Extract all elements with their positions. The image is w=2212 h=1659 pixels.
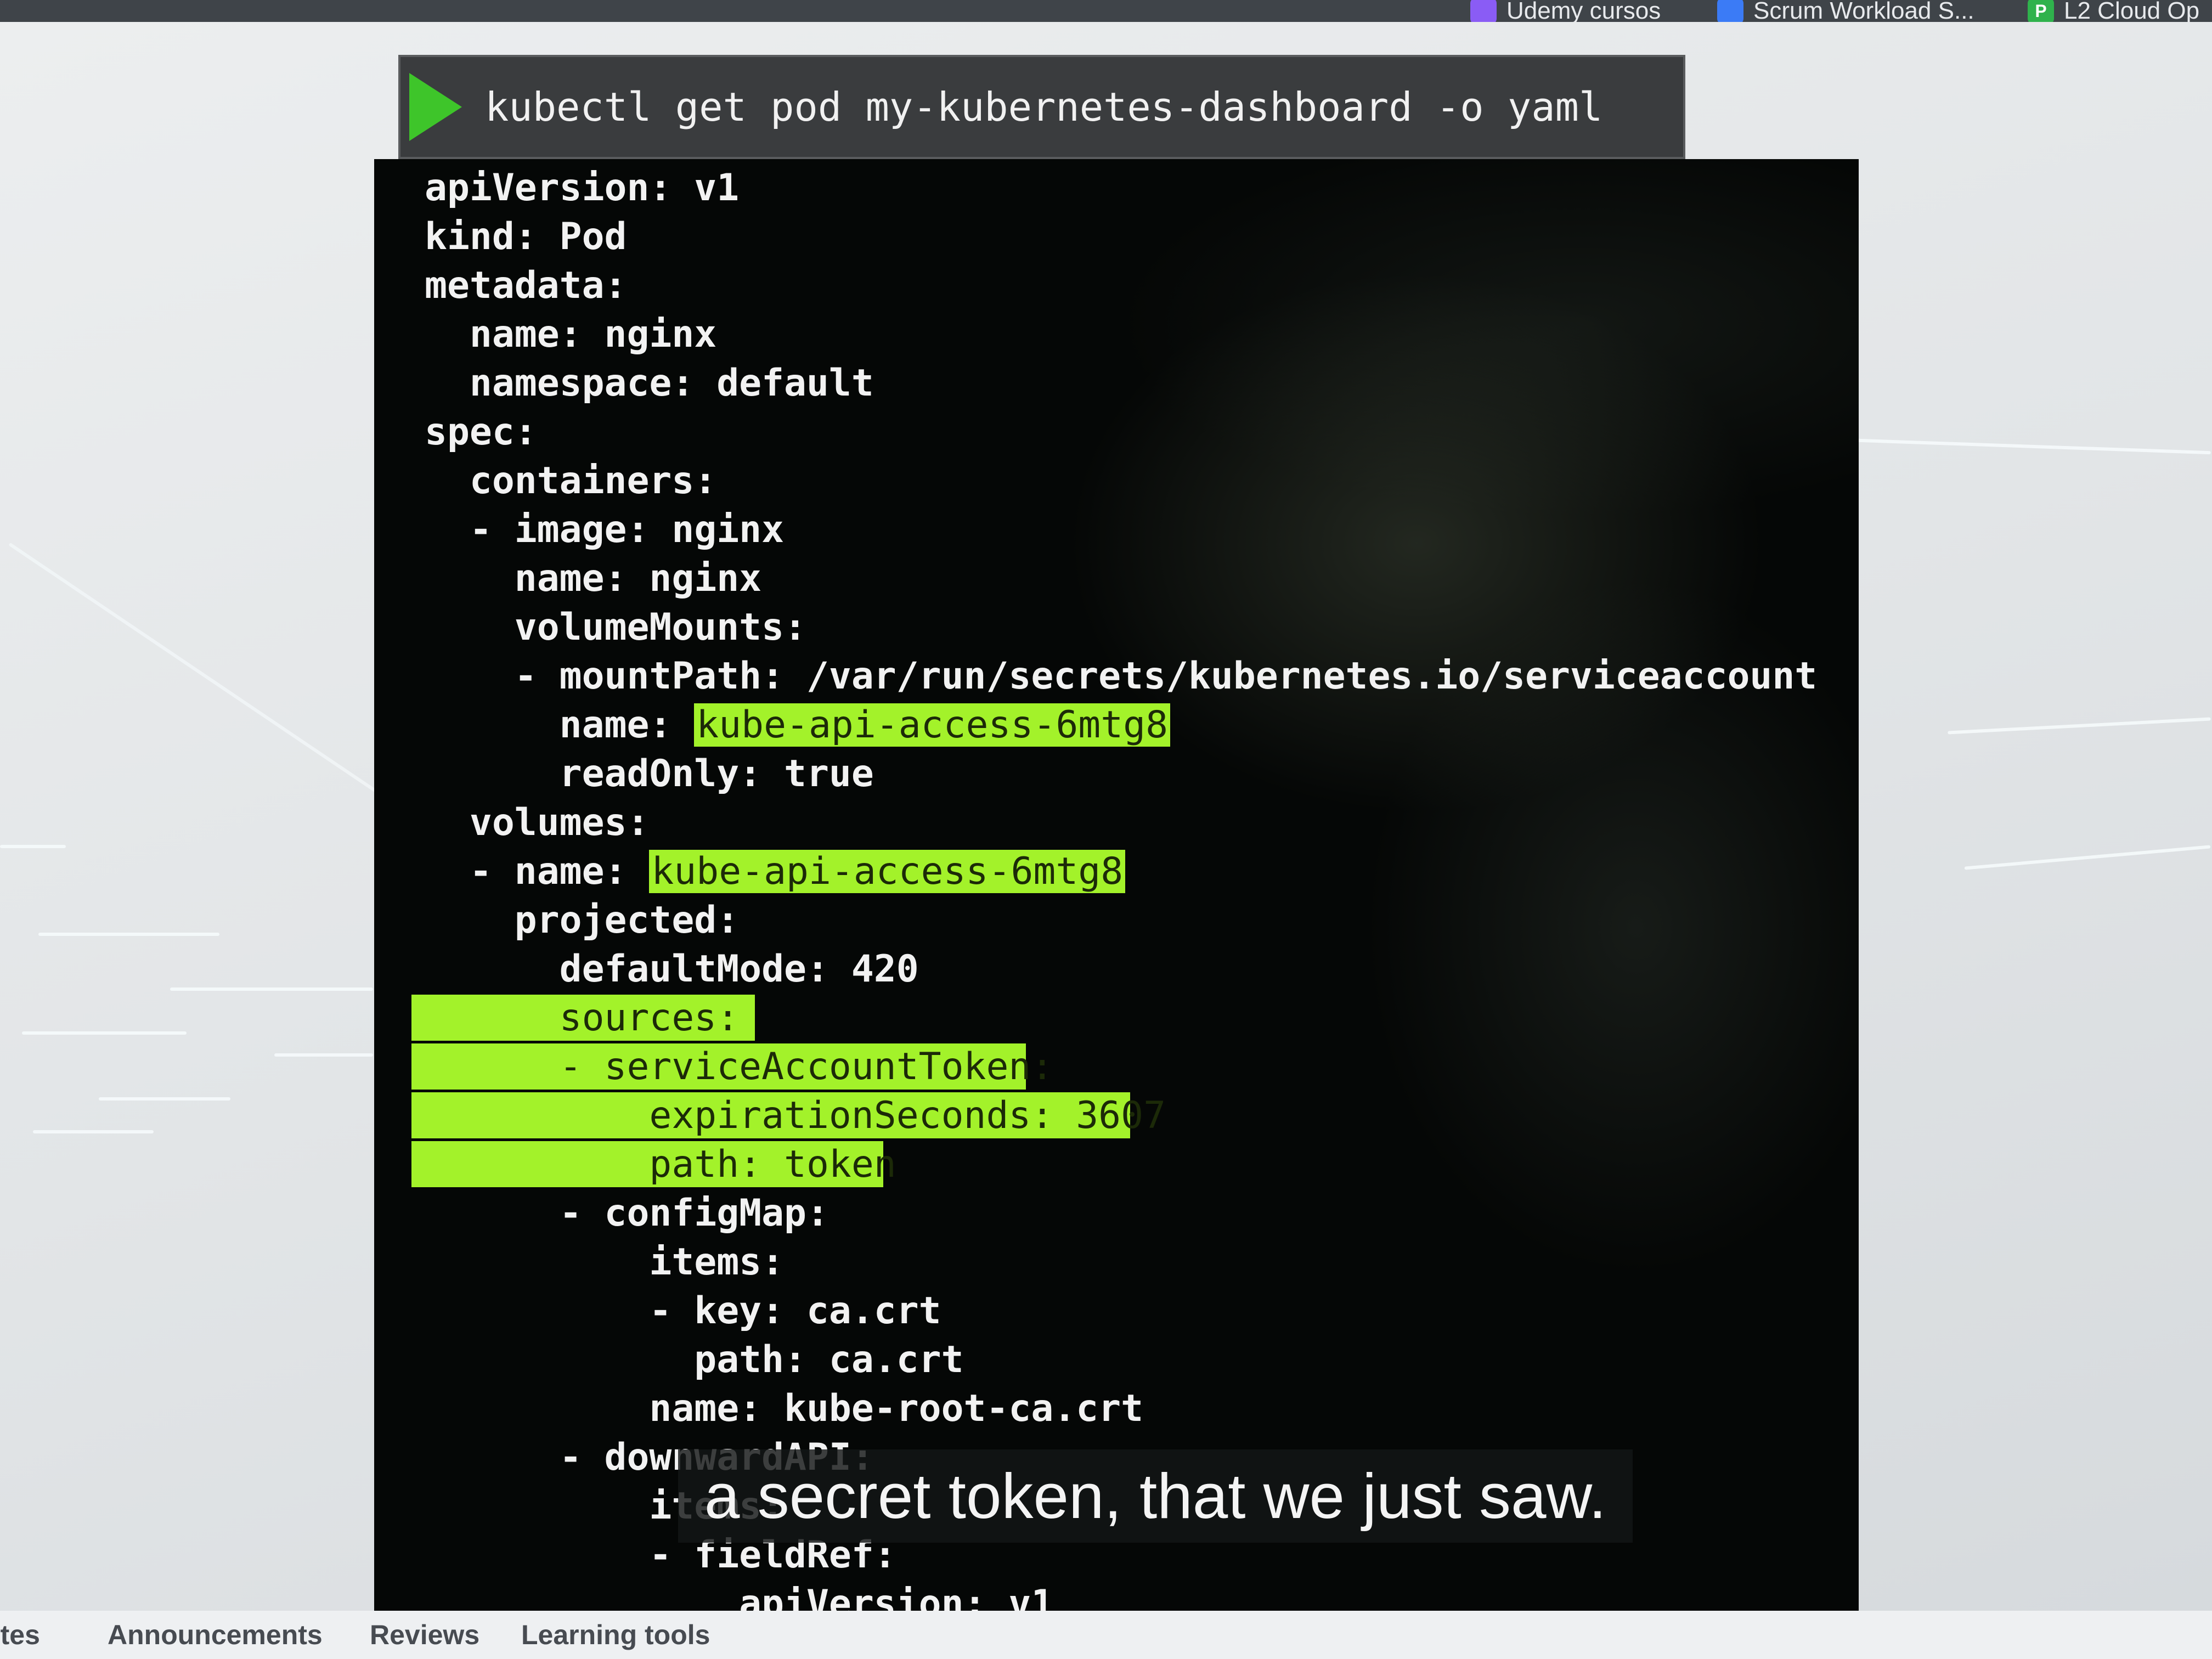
yaml-text: - serviceAccountToken: (425, 1045, 1054, 1088)
yaml-text: - name: (425, 850, 650, 893)
diamond-icon (1717, 0, 1743, 24)
yaml-line: items: (425, 1238, 1817, 1286)
terminal-output: apiVersion: v1 kind: Pod metadata: name: n… (374, 159, 1859, 1611)
yaml-line: - configMap: (425, 1189, 1817, 1238)
decor-line (1948, 717, 2211, 735)
yaml-text: - image: nginx (425, 508, 785, 551)
yaml-line: name: kube-root-ca.crt (425, 1384, 1817, 1433)
decor-line (170, 988, 373, 991)
decor-line (22, 1031, 187, 1035)
yaml-text: sources: (425, 996, 740, 1040)
play-icon (409, 73, 462, 141)
yaml-line: - image: nginx (425, 505, 1817, 554)
yaml-line: kind: Pod (425, 212, 1817, 261)
yaml-line: volumes: (425, 798, 1817, 847)
yaml-text: spec: (425, 410, 537, 454)
bookmark-label: Udemy cursos (1506, 0, 1661, 24)
p-icon: P (2028, 0, 2054, 24)
decor-line (33, 1130, 154, 1133)
yaml-output: apiVersion: v1 kind: Pod metadata: name: n… (425, 163, 1817, 1611)
yaml-text: - key: ca.crt (425, 1289, 941, 1333)
decor-line (1827, 437, 2211, 455)
decor-line (1964, 845, 2211, 870)
yaml-line: - name: kube-api-access-6mtg8 (425, 847, 1817, 896)
tab-learning-tools[interactable]: Learning tools (521, 1619, 710, 1651)
bookmarks-bar: Udemy cursos Scrum Workload S... P L2 Cl… (0, 0, 2212, 24)
yaml-line: metadata: (425, 261, 1817, 310)
udemy-icon (1470, 0, 1497, 24)
yaml-text: containers: (425, 459, 717, 503)
yaml-line: readOnly: true (425, 749, 1817, 798)
yaml-line: namespace: default (425, 359, 1817, 408)
decor-line (38, 933, 219, 936)
yaml-text: name: (425, 703, 695, 747)
yaml-text: defaultMode: 420 (425, 947, 919, 991)
yaml-line: expirationSeconds: 3607 (425, 1091, 1817, 1140)
yaml-text: readOnly: true (425, 752, 874, 795)
yaml-text: - configMap: (425, 1192, 829, 1235)
yaml-text: projected: (425, 899, 740, 942)
decor-line (0, 845, 66, 848)
video-caption: a secret token, that we just saw. (678, 1449, 1633, 1543)
tab-notes[interactable]: Notes (0, 1619, 40, 1651)
yaml-text: name: nginx (425, 313, 717, 356)
yaml-line: defaultMode: 420 (425, 945, 1817, 994)
command-text: kubectl get pod my-kubernetes-dashboard … (485, 84, 1603, 130)
yaml-line: projected: (425, 896, 1817, 945)
yaml-text: path: ca.crt (425, 1338, 964, 1381)
highlighted-value: kube-api-access-6mtg8 (649, 850, 1126, 893)
yaml-line: apiVersion: v1 (425, 163, 1817, 212)
tab-reviews[interactable]: Reviews (370, 1619, 479, 1651)
yaml-line: apiVersion: v1 (425, 1579, 1817, 1611)
yaml-line: volumeMounts: (425, 603, 1817, 652)
yaml-line: - serviceAccountToken: (425, 1042, 1817, 1091)
command-header: kubectl get pod my-kubernetes-dashboard … (398, 55, 1685, 159)
yaml-text: kind: Pod (425, 215, 627, 258)
yaml-line: - key: ca.crt (425, 1286, 1817, 1335)
yaml-text: apiVersion: v1 (425, 1582, 1054, 1611)
decor-line (99, 1097, 230, 1101)
yaml-line: - mountPath: /var/run/secrets/kubernetes… (425, 652, 1818, 701)
yaml-text: volumes: (425, 801, 650, 844)
yaml-text: name: kube-root-ca.crt (425, 1387, 1144, 1430)
decor-line (8, 542, 420, 822)
decor-line (274, 1053, 373, 1057)
highlighted-value: kube-api-access-6mtg8 (694, 703, 1171, 747)
yaml-line: path: token (425, 1140, 1817, 1189)
course-tabs: Notes Announcements Reviews Learning too… (0, 1611, 2212, 1659)
yaml-line: name: kube-api-access-6mtg8 (425, 701, 1817, 749)
yaml-text: path: token (425, 1143, 896, 1186)
yaml-text: - mountPath: /var/run/secrets/kubernetes… (425, 654, 1818, 698)
yaml-line: name: nginx (425, 554, 1817, 603)
yaml-text: items: (425, 1240, 785, 1284)
yaml-line: path: ca.crt (425, 1335, 1817, 1384)
tab-announcements[interactable]: Announcements (108, 1619, 323, 1651)
yaml-text: expirationSeconds: 3607 (425, 1094, 1166, 1137)
yaml-text: apiVersion: v1 (425, 166, 740, 210)
yaml-text: namespace: default (425, 362, 874, 405)
yaml-line: containers: (425, 456, 1817, 505)
yaml-text: metadata: (425, 264, 627, 307)
yaml-line: name: nginx (425, 310, 1817, 359)
bookmark-label: L2 Cloud Op (2064, 0, 2200, 24)
yaml-text: volumeMounts: (425, 606, 806, 649)
yaml-line: sources: (425, 994, 1817, 1042)
yaml-text: name: nginx (425, 557, 762, 600)
bookmark-label: Scrum Workload S... (1753, 0, 1974, 24)
yaml-line: spec: (425, 408, 1817, 456)
video-player[interactable]: kubectl get pod my-kubernetes-dashboard … (0, 22, 2212, 1611)
